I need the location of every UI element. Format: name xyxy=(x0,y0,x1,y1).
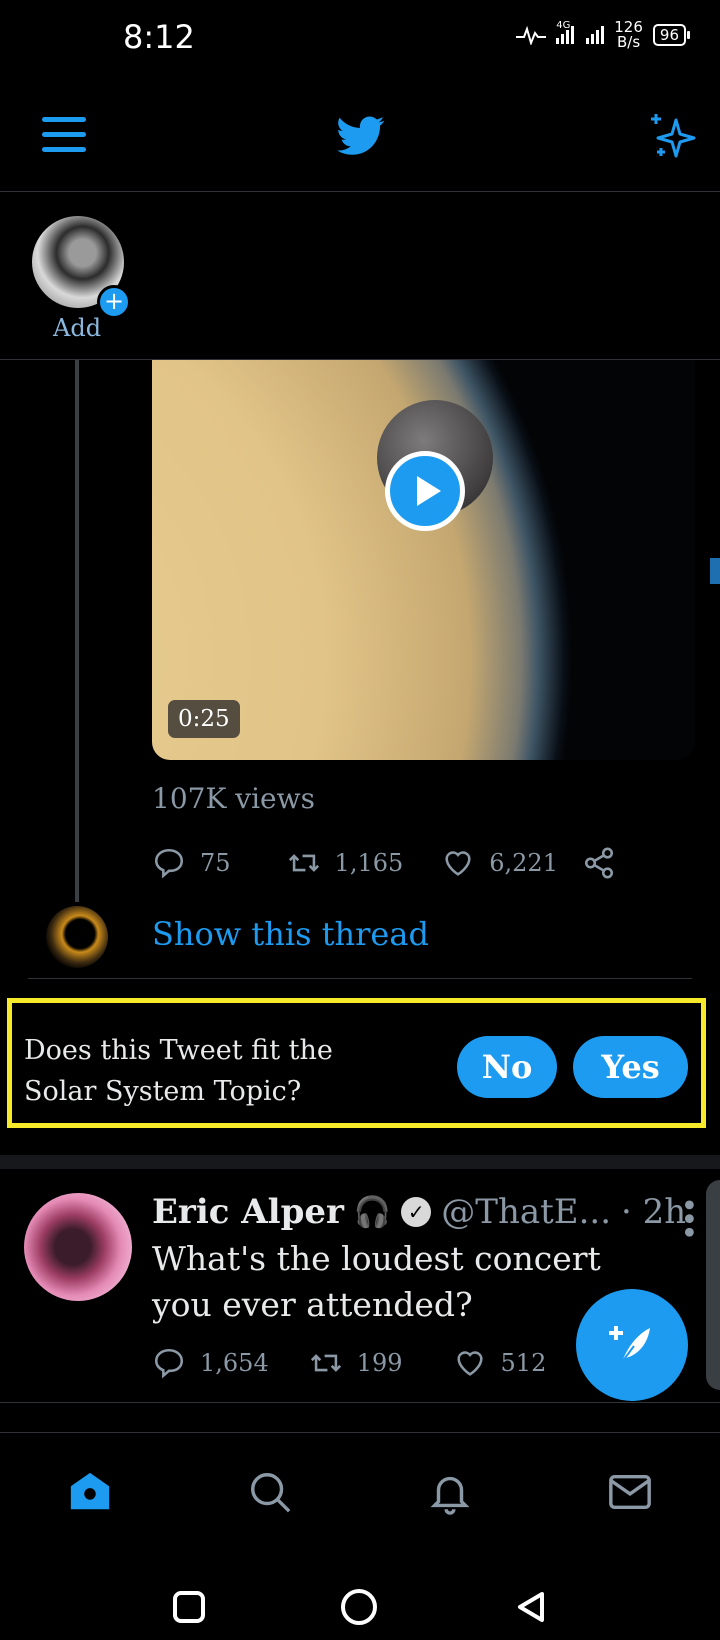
compose-tweet-button[interactable] xyxy=(576,1289,688,1401)
topic-question-line1: Does this Tweet fit the xyxy=(24,1035,333,1066)
reply-action[interactable]: 1,654 xyxy=(152,1346,269,1380)
status-time: 8:12 xyxy=(123,18,195,56)
signal-icon: 4G xyxy=(556,20,605,44)
headphones-emoji: 🎧 xyxy=(353,1194,392,1230)
add-fleet-label: Add xyxy=(53,314,102,342)
topic-question: Does this Tweet fit the Solar System Top… xyxy=(24,1030,404,1112)
tweet-video[interactable]: 0:25 xyxy=(152,360,695,760)
topic-no-button[interactable]: No xyxy=(457,1036,557,1098)
topic-question-line2: Solar System Topic? xyxy=(24,1076,302,1107)
reply-count: 1,654 xyxy=(200,1349,269,1377)
feed-divider xyxy=(0,1402,720,1403)
row-divider xyxy=(28,978,692,979)
add-fleet-plus-icon[interactable]: + xyxy=(97,285,131,319)
home-icon[interactable] xyxy=(67,1469,113,1515)
compose-feather-icon xyxy=(609,1325,650,1363)
scroll-indicator xyxy=(710,558,720,584)
thread-author-avatar[interactable] xyxy=(46,906,108,968)
retweet-icon xyxy=(288,854,319,872)
retweet-count: 199 xyxy=(356,1349,403,1377)
reply-icon xyxy=(154,848,184,879)
share-icon[interactable] xyxy=(582,846,616,880)
recent-apps-icon[interactable] xyxy=(172,1590,206,1624)
thread-line xyxy=(75,360,79,902)
search-icon[interactable] xyxy=(247,1469,293,1515)
bottom-navigation xyxy=(0,1432,720,1553)
heart-icon xyxy=(456,1351,483,1376)
view-count: 107K views xyxy=(152,782,315,815)
retweet-icon xyxy=(310,1354,341,1372)
like-action[interactable]: 6,221 xyxy=(441,846,558,880)
home-button-icon[interactable] xyxy=(340,1588,378,1626)
heart-icon xyxy=(445,851,471,876)
topic-yes-button[interactable]: Yes xyxy=(573,1036,688,1098)
tweet2-actions: 1,654 199 512 xyxy=(152,1346,546,1380)
battery-icon: 96 xyxy=(652,24,691,46)
author-handle[interactable]: @ThatE... xyxy=(441,1192,611,1232)
reply-icon xyxy=(154,1348,184,1379)
like-count: 6,221 xyxy=(489,849,558,877)
verified-badge-icon: ✓ xyxy=(401,1197,432,1227)
edge-handle[interactable] xyxy=(706,1180,720,1390)
more-options-icon[interactable]: ••• xyxy=(670,1196,705,1237)
retweet-action[interactable]: 199 xyxy=(309,1346,403,1380)
back-icon[interactable] xyxy=(514,1590,548,1624)
twitter-logo-icon[interactable] xyxy=(337,116,385,156)
eric-alper-avatar[interactable] xyxy=(24,1193,132,1301)
reply-action[interactable]: 75 xyxy=(152,846,231,880)
like-count: 512 xyxy=(500,1349,547,1377)
reply-count: 75 xyxy=(200,849,231,877)
section-separator xyxy=(0,1155,720,1169)
tweet-text: What's the loudest concert you ever atte… xyxy=(152,1239,601,1324)
menu-icon[interactable] xyxy=(42,115,86,155)
author-name[interactable]: Eric Alper xyxy=(152,1192,344,1232)
tweet-actions: 75 1,165 6,221 xyxy=(152,846,616,880)
retweet-action[interactable]: 1,165 xyxy=(287,846,404,880)
network-speed: 126 B/s xyxy=(614,20,643,50)
messages-mail-icon[interactable] xyxy=(607,1469,653,1515)
like-action[interactable]: 512 xyxy=(453,1346,547,1380)
retweet-count: 1,165 xyxy=(334,849,404,877)
video-duration: 0:25 xyxy=(168,700,240,738)
play-icon[interactable] xyxy=(385,451,465,531)
status-icons: 4G 126 B/s 96 xyxy=(516,20,691,50)
activity-icon xyxy=(516,25,547,45)
show-thread-link[interactable]: Show this thread xyxy=(152,915,429,953)
notifications-bell-icon[interactable] xyxy=(427,1469,473,1515)
tweet-header: Eric Alper 🎧 ✓ @ThatE... · 2h xyxy=(152,1192,686,1232)
system-navigation xyxy=(0,1555,720,1640)
sparkle-icon[interactable] xyxy=(648,112,696,160)
topbar-divider xyxy=(0,191,720,192)
network-type: 4G xyxy=(556,20,571,31)
speed-unit: B/s xyxy=(617,33,641,51)
